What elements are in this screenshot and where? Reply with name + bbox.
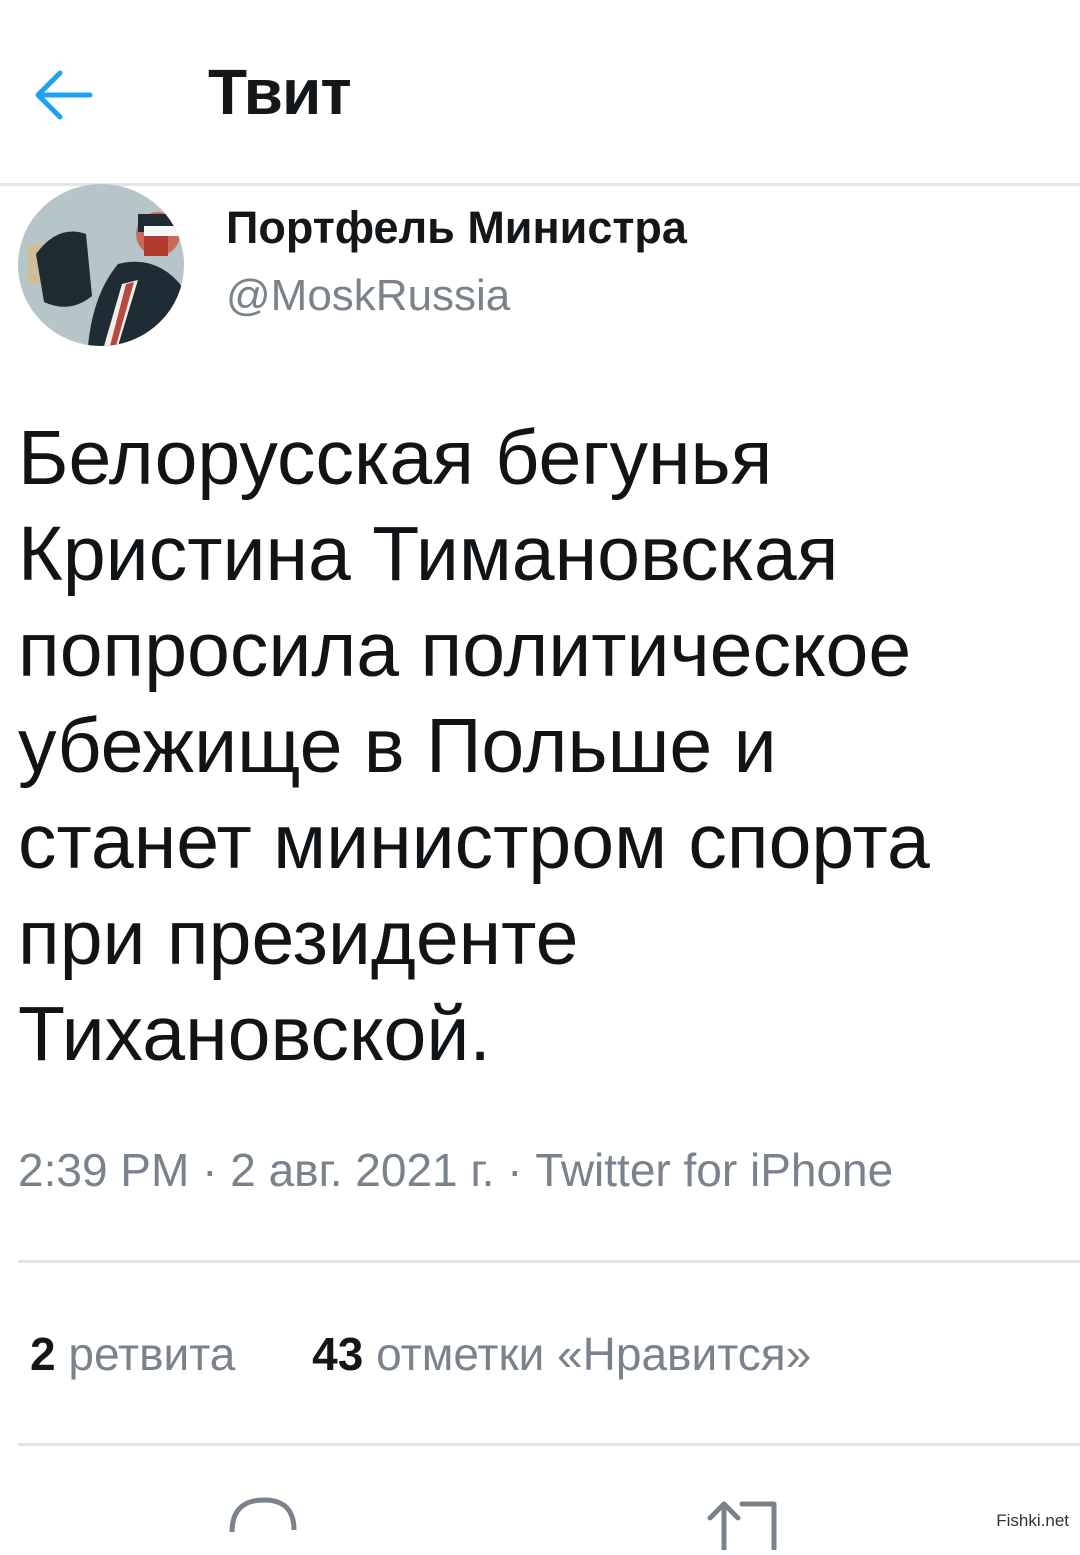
back-button[interactable]	[30, 62, 96, 128]
retweets-label: ретвита	[68, 1328, 236, 1380]
author-handle: @MoskRussia	[226, 271, 511, 320]
page-title: Твит	[208, 56, 352, 128]
arrow-left-icon	[35, 70, 93, 120]
likes-label: отметки «Нравится»	[376, 1328, 812, 1380]
meta-separator: ·	[202, 1144, 218, 1196]
avatar-image	[18, 184, 184, 346]
tweet-time: 2:39 PM	[18, 1144, 190, 1196]
watermark: Fishki.net	[993, 1510, 1072, 1532]
retweet-button[interactable]	[702, 1490, 782, 1553]
retweet-icon	[707, 1501, 777, 1553]
tweet-meta: 2:39 PM · 2 авг. 2021 г. · Twitter for i…	[18, 1140, 893, 1200]
top-bar: Твит	[0, 0, 1080, 184]
retweets-count: 2	[30, 1328, 56, 1380]
stats-divider	[18, 1443, 1080, 1446]
tweet-date: 2 авг. 2021 г.	[230, 1144, 495, 1196]
tweet-stats: 2 ретвита 43 отметки «Нравится»	[30, 1324, 811, 1384]
tweet-text: Белорусская бегунья Кристина Тимановская…	[18, 415, 930, 1077]
header-divider	[0, 183, 1080, 186]
retweets-stat[interactable]: 2 ретвита	[30, 1324, 235, 1384]
meta-divider	[18, 1260, 1080, 1263]
meta-separator: ·	[507, 1144, 523, 1196]
avatar[interactable]	[18, 184, 184, 346]
tweet-source[interactable]: Twitter for iPhone	[535, 1144, 893, 1196]
author-name[interactable]: Портфель Министра	[226, 200, 687, 256]
likes-count: 43	[312, 1328, 364, 1380]
reply-icon	[229, 1497, 297, 1533]
likes-stat[interactable]: 43 отметки «Нравится»	[312, 1324, 811, 1384]
reply-button[interactable]	[224, 1490, 304, 1536]
